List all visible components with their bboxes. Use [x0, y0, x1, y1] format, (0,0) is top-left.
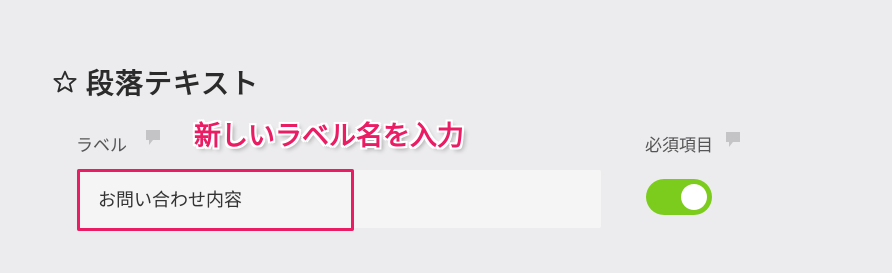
label-input[interactable]	[78, 170, 601, 228]
comment-icon[interactable]	[725, 131, 741, 149]
label-input-container	[78, 170, 601, 228]
star-icon[interactable]	[52, 69, 78, 95]
section-title-text: 段落テキスト	[86, 67, 260, 100]
required-toggle[interactable]	[646, 179, 712, 215]
label-field-label: ラベル	[76, 130, 161, 156]
required-field-label: 必須項目	[645, 130, 741, 156]
label-field-label-text: ラベル	[76, 135, 127, 156]
required-field-label-text: 必須項目	[645, 135, 713, 156]
toggle-knob	[681, 184, 707, 210]
section-title: 段落テキスト	[52, 64, 259, 100]
comment-icon[interactable]	[145, 129, 161, 147]
annotation-callout: 新しいラベル名を入力	[194, 121, 464, 152]
